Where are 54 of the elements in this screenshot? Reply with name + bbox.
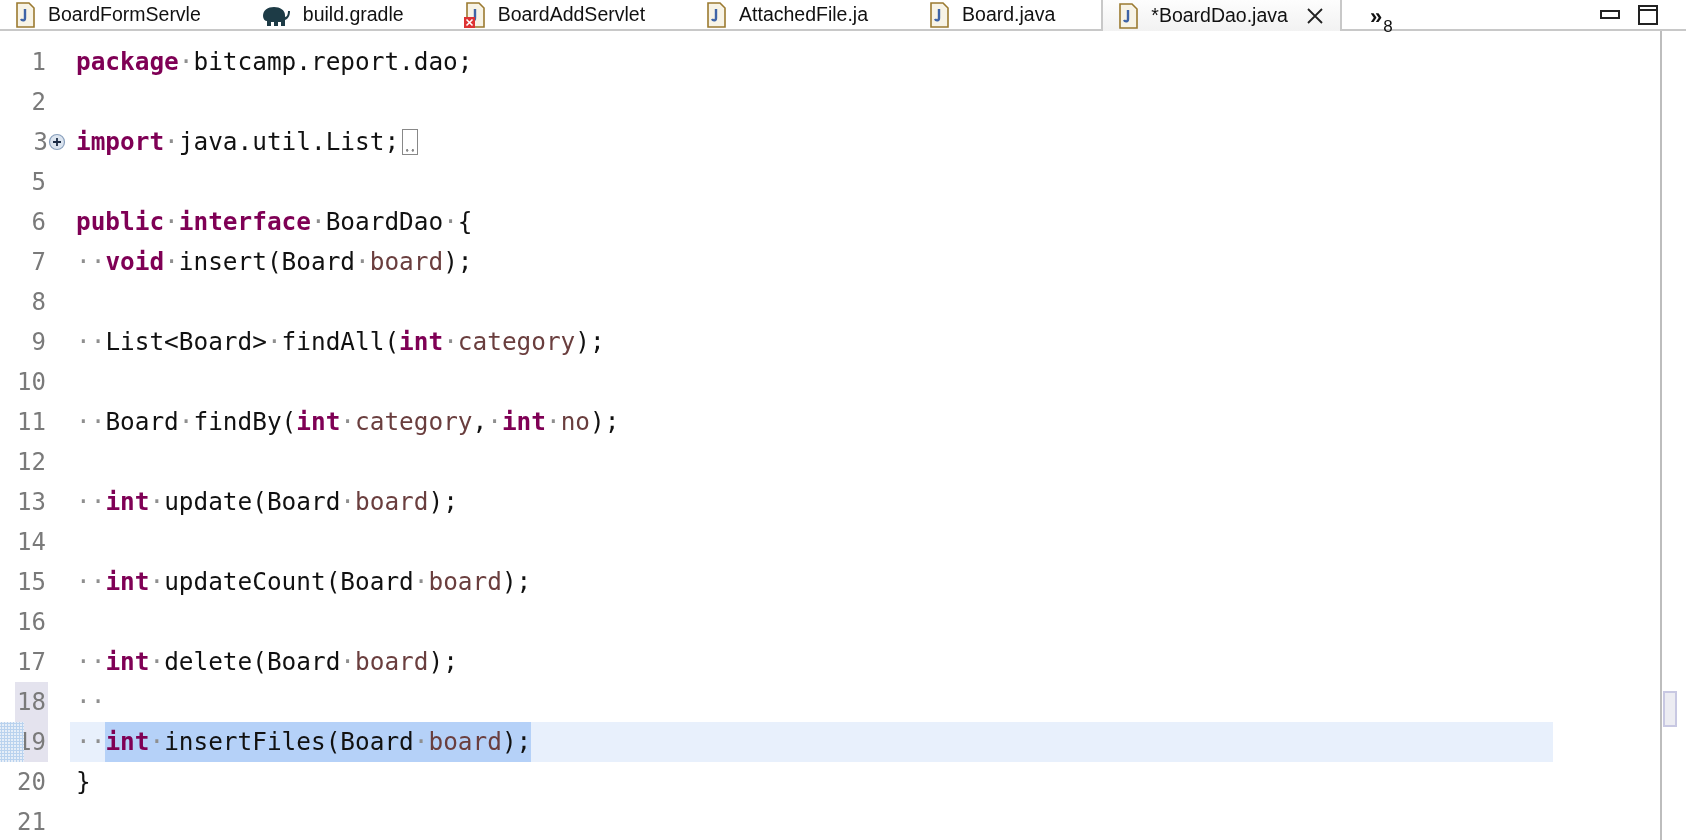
java-file-icon xyxy=(14,1,36,28)
line-number: 5 xyxy=(30,167,47,198)
editor-tab[interactable]: build.gradle xyxy=(246,0,450,29)
code-line: import·java.util.List; xyxy=(76,122,419,162)
editor-tab[interactable]: Board.java xyxy=(914,0,1102,29)
line-number: 17 xyxy=(16,647,47,678)
maximize-icon xyxy=(1638,4,1658,25)
line-number: 8 xyxy=(30,287,47,318)
line-number: 3 xyxy=(32,127,49,158)
tab-label: BoardFormServle xyxy=(48,3,201,26)
minimize-button[interactable] xyxy=(1600,9,1620,20)
expand-fold-icon[interactable] xyxy=(48,133,66,151)
java-file-icon xyxy=(928,1,951,28)
editor-tab[interactable]: *BoardDao.java xyxy=(1101,0,1342,31)
code-line: public·interface·BoardDao·{ xyxy=(76,206,473,238)
java-file-icon xyxy=(1117,2,1140,29)
line-number: 15 xyxy=(16,567,47,598)
code-line: ··int·update(Board·board); xyxy=(76,486,458,518)
line-number: 2 xyxy=(30,87,47,118)
line-number: 1 xyxy=(30,47,47,78)
tab-label: AttachedFile.ja xyxy=(739,3,869,26)
line-number: 11 xyxy=(16,407,47,438)
tab-label: Board.java xyxy=(962,3,1056,26)
line-number: 9 xyxy=(30,327,47,358)
code-line: ··Board·findBy(int·category,·int·no); xyxy=(76,406,620,438)
folded-code-icon[interactable] xyxy=(402,129,419,155)
line-number: 14 xyxy=(16,527,47,558)
tab-label: build.gradle xyxy=(302,3,404,26)
line-number: 13 xyxy=(16,487,47,518)
editor-tab[interactable]: AttachedFile.ja xyxy=(691,0,915,29)
editor-tab[interactable]: BoardFormServle xyxy=(0,0,247,29)
tab-label: *BoardDao.java xyxy=(1151,4,1288,27)
code-line: } xyxy=(76,766,91,798)
tab-label: BoardAddServlet xyxy=(497,3,646,26)
close-icon xyxy=(1305,6,1324,25)
code-line: package·bitcamp.report.dao; xyxy=(76,46,473,78)
line-number: 10 xyxy=(16,367,47,398)
code-line: ·· xyxy=(76,686,106,718)
java-file-icon xyxy=(705,1,728,28)
code-line: ··List<Board>·findAll(int·category); xyxy=(76,326,605,358)
maximize-button[interactable] xyxy=(1638,4,1658,25)
line-number: 20 xyxy=(16,767,47,798)
editor-tab[interactable]: BoardAddServlet xyxy=(449,0,692,29)
line-number: 6 xyxy=(30,207,47,238)
minimize-icon xyxy=(1600,9,1620,20)
line-number: 18 xyxy=(15,682,48,722)
code-line: ··int·delete(Board·board); xyxy=(76,646,458,678)
code-line: ··int·updateCount(Board·board); xyxy=(76,566,532,598)
line-number: 16 xyxy=(16,607,47,638)
code-line: ··void·insert(Board·board); xyxy=(76,246,473,278)
line-number: 12 xyxy=(16,447,47,478)
close-tab-button[interactable] xyxy=(1305,6,1324,25)
line-number: 21 xyxy=(16,807,47,838)
line-number: 7 xyxy=(30,247,47,278)
